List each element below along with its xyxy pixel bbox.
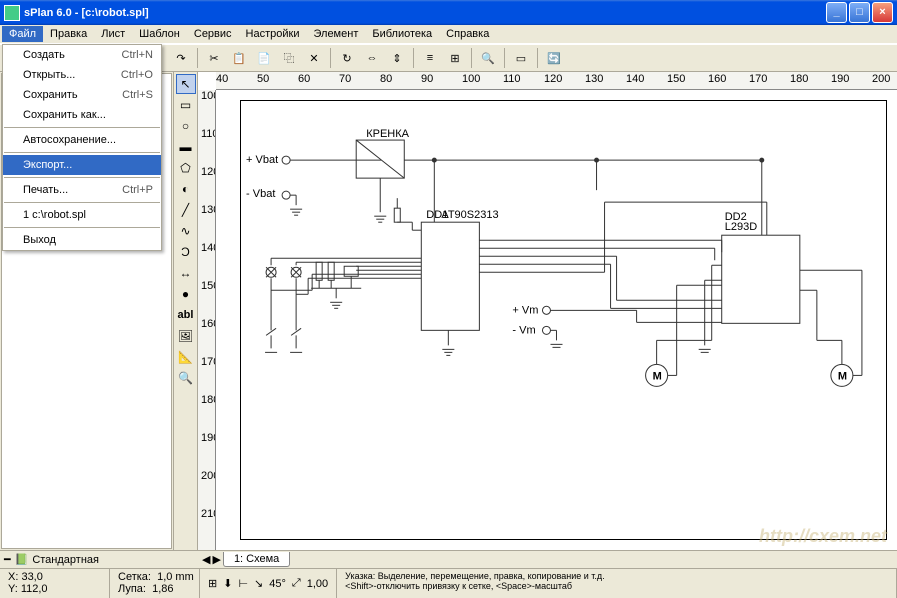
special-tool[interactable]: ◐ [176,179,196,199]
menu-item[interactable]: Открыть...Ctrl+O [3,65,161,85]
delete-button[interactable]: ✕ [303,47,325,69]
canvas-area: 4050607080901001101201301401501601701801… [198,72,897,550]
menu-item[interactable]: СоздатьCtrl+N [3,45,161,65]
menu-bar: Файл Правка Лист Шаблон Сервис Настройки… [0,25,897,44]
cut-button[interactable]: ✂ [203,47,225,69]
status-angle: 45° [269,578,286,590]
menu-item[interactable]: Выход [3,230,161,250]
title-bar: sPlan 6.0 - [c:\robot.spl] _ □ × [0,0,897,25]
menu-file[interactable]: Файл [2,26,43,42]
line-tool[interactable]: ╱ [176,200,196,220]
fillrect-tool[interactable]: ▬ [176,137,196,157]
svg-text:M: M [653,370,662,382]
vertical-ruler: 100110120130140150160170180190200210 [198,90,216,550]
menu-item[interactable]: СохранитьCtrl+S [3,85,161,105]
svg-text:AT90S2313: AT90S2313 [441,209,498,221]
lib-name: Стандартная [32,554,99,566]
lib-icon[interactable]: 📗 [15,553,29,566]
node-tool[interactable]: ● [176,284,196,304]
svg-text:M: M [838,370,847,382]
menu-item[interactable]: Автосохранение... [3,130,161,150]
search-button[interactable]: 🔍 [477,47,499,69]
app-icon [4,5,20,21]
svg-text:КРЕНКА: КРЕНКА [366,128,409,140]
duplicate-button[interactable]: ⿻ [278,47,300,69]
bezier-tool[interactable]: Ɔ [176,242,196,262]
menu-element[interactable]: Элемент [306,26,365,42]
rotate-button[interactable]: ↻ [336,47,358,69]
align-button[interactable]: ≡ [419,47,441,69]
watermark: http://cxem.net [759,526,887,547]
file-menu-dropdown: СоздатьCtrl+NОткрыть...Ctrl+OСохранитьCt… [2,44,162,251]
menu-sheet[interactable]: Лист [94,26,132,42]
zoom-tool[interactable]: 🔍 [176,368,196,388]
rect-tool[interactable]: ▭ [176,95,196,115]
menu-help[interactable]: Справка [439,26,496,42]
sheet-prev[interactable]: ◀ [202,553,210,566]
window-title: sPlan 6.0 - [c:\robot.spl] [24,7,826,19]
tool-palette: ↖ ▭ ○ ▬ ⬠ ◐ ╱ ∿ Ɔ ↔ ● abl 🖼 📐 🔍 [174,72,198,550]
mirror-h-button[interactable]: ⇔ [361,47,383,69]
minimize-button[interactable]: _ [826,2,847,23]
status-hint: Указка: Выделение, перемещение, правка, … [337,569,897,598]
status-factor: 1,00 [307,578,328,590]
menu-library[interactable]: Библиотека [365,26,439,42]
text-tool[interactable]: abl [176,305,196,325]
refresh-button[interactable]: 🔄 [543,47,565,69]
close-button[interactable]: × [872,2,893,23]
bottom-tabs: ━ 📗 Стандартная ◀ ▶ 1: Схема [0,550,897,568]
pointer-tool[interactable]: ↖ [176,74,196,94]
menu-service[interactable]: Сервис [187,26,239,42]
measure-tool[interactable]: 📐 [176,347,196,367]
menu-edit[interactable]: Правка [43,26,94,42]
copy-button[interactable]: 📋 [228,47,250,69]
image-tool[interactable]: 🖼 [176,326,196,346]
menu-item[interactable]: Экспорт... [3,155,161,175]
dimension-tool[interactable]: ↔ [176,263,196,283]
status-xy: X: 33,0 Y: 112,0 [0,569,110,598]
menu-item[interactable]: 1 c:\robot.spl [3,205,161,225]
menu-template[interactable]: Шаблон [132,26,187,42]
center-button[interactable]: ⊞ [444,47,466,69]
drawing-canvas[interactable]: + Vbat - Vbat КРЕНКА DD1 AT90S2313 DD2 L… [216,90,897,550]
layer-button[interactable]: ▭ [510,47,532,69]
svg-text:L293D: L293D [725,221,757,233]
curve-tool[interactable]: ∿ [176,221,196,241]
menu-item[interactable]: Печать...Ctrl+P [3,180,161,200]
menu-item[interactable]: Сохранить как... [3,105,161,125]
svg-text:- Vm: - Vm [512,324,535,336]
maximize-button[interactable]: □ [849,2,870,23]
circle-tool[interactable]: ○ [176,116,196,136]
lineweight-icon[interactable]: ━ [4,553,11,566]
status-bar: X: 33,0 Y: 112,0 Сетка: 1,0 mm Лупа: 1,8… [0,568,897,598]
sheet-next[interactable]: ▶ [212,553,220,566]
svg-text:- Vbat: - Vbat [246,188,275,200]
svg-text:+ Vbat: + Vbat [246,154,278,166]
sheet-tab[interactable]: 1: Схема [223,552,290,567]
menu-settings[interactable]: Настройки [239,26,307,42]
svg-text:+ Vm: + Vm [512,304,538,316]
redo-button[interactable]: ↷ [170,47,192,69]
paste-button[interactable]: 📄 [253,47,275,69]
status-grid: Сетка: 1,0 mm Лупа: 1,86 [110,569,200,598]
mirror-v-button[interactable]: ⇕ [386,47,408,69]
horizontal-ruler: 4050607080901001101201301401501601701801… [216,72,897,90]
poly-tool[interactable]: ⬠ [176,158,196,178]
schematic-drawing: + Vbat - Vbat КРЕНКА DD1 AT90S2313 DD2 L… [216,90,897,536]
